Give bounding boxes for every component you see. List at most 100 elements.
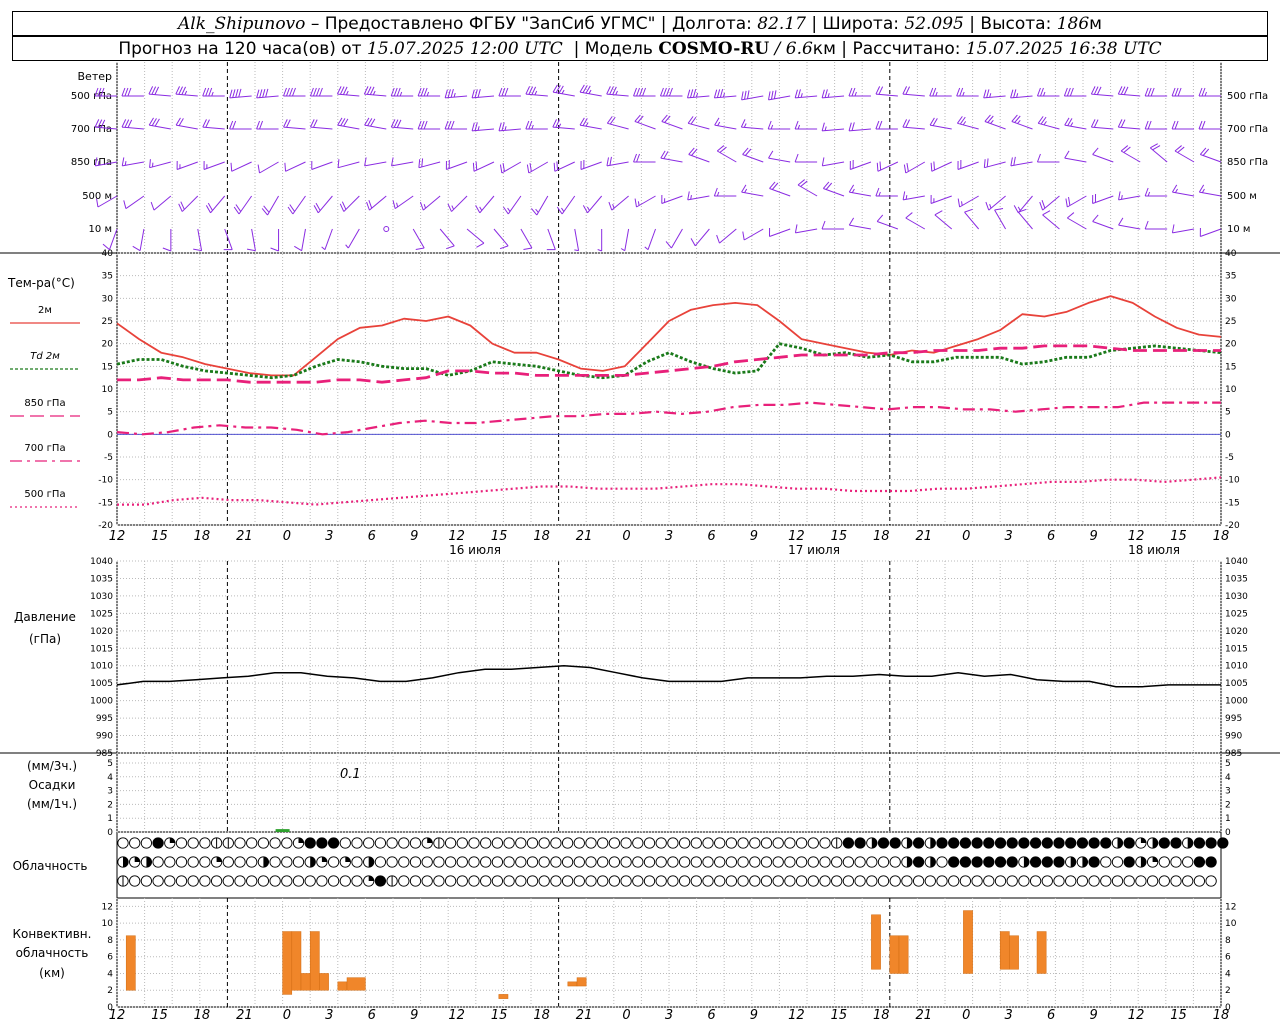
cloud-circle (655, 875, 667, 887)
y-tick-label-left: 12 (102, 902, 113, 912)
cloud-fill-quarter (298, 837, 304, 843)
calm-circle (383, 226, 390, 232)
wind-barb (493, 228, 509, 250)
convect-title-3: (км) (39, 966, 65, 980)
cloud-circle (550, 856, 562, 868)
cloud-symbol (292, 837, 305, 849)
cloud-symbol (959, 856, 972, 868)
y-tick-label-right: 10 (1225, 385, 1237, 395)
cloud-symbol (234, 875, 246, 887)
cloud-circle (339, 837, 351, 849)
cloud-symbol (316, 837, 328, 849)
barb-full (257, 164, 261, 174)
barb-half (989, 93, 992, 98)
cloud-fill-half (1187, 837, 1193, 849)
hour-tick-label: 21 (236, 529, 253, 544)
barb-full (933, 161, 936, 171)
cloud-circle (702, 856, 714, 868)
barb-half (124, 161, 127, 166)
cloud-symbol (702, 856, 714, 868)
cloud-fill-quarter (368, 875, 374, 881)
cloud-circle (597, 837, 609, 849)
cloud-symbol (737, 856, 749, 868)
wind-barb (383, 226, 390, 232)
meteogram-svg: Ветер 500 гПа 500 гПа 700 гПа 700 гПа 850 гП… (0, 62, 1280, 1023)
cloud-circle (199, 856, 211, 868)
barb-half (1043, 121, 1047, 126)
wind-barb (634, 114, 656, 130)
cloud-fill-full (1053, 856, 1065, 868)
convect-bar (963, 910, 973, 974)
barb-full (415, 247, 425, 250)
hour-tick-label: 6 (368, 1008, 376, 1023)
cloud-symbol (760, 856, 773, 868)
barb-full (475, 161, 478, 171)
wind-barb (714, 117, 737, 130)
cloud-circle (246, 837, 258, 849)
cloud-symbol (1123, 856, 1135, 868)
barb-full (746, 90, 750, 99)
cloud-circle (129, 837, 141, 849)
cloud-fill-full (878, 837, 889, 849)
y-tick-label-right: 990 (1225, 732, 1242, 742)
cloud-fill-full (1124, 837, 1135, 849)
cloud-symbol (690, 837, 702, 849)
barb-full (851, 122, 855, 131)
convect-bar (498, 994, 509, 999)
cloud-circle (795, 875, 808, 887)
wind-barb (391, 157, 414, 167)
cloud-symbol (433, 875, 445, 887)
hour-tick-label: 3 (1005, 1008, 1013, 1023)
cloud-circle (585, 837, 597, 849)
cloud-circle (234, 837, 246, 849)
hour-tick-label: 12 (788, 529, 805, 544)
cloud-symbol (1111, 875, 1124, 887)
cloud-fill-full (971, 837, 983, 849)
cloud-symbol (246, 837, 258, 849)
cloud-circle (386, 856, 398, 868)
cloud-circle (831, 856, 843, 868)
wind-barb (321, 228, 333, 251)
cloud-fill-half (123, 856, 129, 868)
cloud-symbol (597, 875, 609, 887)
cloud-circle (994, 875, 1007, 887)
wind-barb (1171, 120, 1195, 130)
hour-tick-label: 0 (283, 529, 291, 544)
pressure-unit: (гПа) (29, 632, 61, 646)
cloud-circle (456, 837, 468, 849)
y-tick-label-right: 1 (1225, 814, 1231, 824)
barb-half (770, 124, 774, 130)
wind-barb (525, 120, 548, 130)
cloud-circle (1076, 875, 1089, 887)
cloud-symbol (1018, 856, 1030, 868)
wind-barb (390, 87, 414, 97)
barb-full (986, 158, 989, 167)
barb-full (878, 120, 883, 130)
cloud-circle (140, 837, 153, 849)
cloud-symbol (444, 875, 457, 887)
cloud-symbol (912, 837, 925, 849)
barb-full (767, 120, 772, 130)
cloud-symbol (561, 856, 574, 868)
barb-full (848, 217, 855, 226)
cloud-symbol (374, 875, 387, 887)
wind-barb (472, 161, 495, 172)
y-tick-label-right: 12 (1225, 902, 1236, 912)
hour-tick-label: 3 (665, 529, 673, 544)
barb-full (444, 120, 449, 130)
barb-full (794, 89, 798, 99)
cloud-symbol (327, 875, 340, 887)
y-tick-label-right: 1030 (1225, 592, 1248, 602)
temp-series-line (116, 342, 1222, 380)
cloud-symbol (363, 837, 375, 849)
barb-full (773, 90, 777, 99)
cloud-circle (269, 837, 281, 849)
barb-full (283, 87, 287, 97)
cloud-symbol (164, 875, 176, 887)
cloud-circle (140, 875, 153, 887)
cloud-symbol (491, 856, 504, 868)
cloud-circle (772, 837, 784, 849)
cloud-circle (526, 837, 539, 849)
wind-level-label-right: 700 гПа (1227, 124, 1268, 135)
barb-full (472, 162, 475, 172)
